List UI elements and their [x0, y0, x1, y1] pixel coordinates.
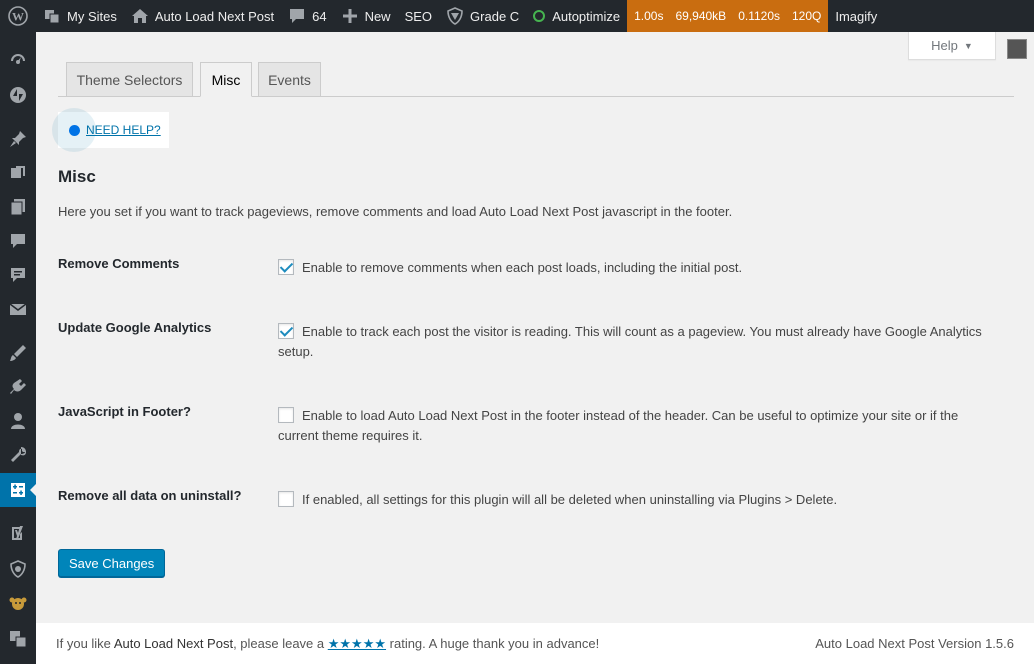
autoptimize-menu[interactable]: Autoptimize [526, 0, 627, 32]
plugins-icon[interactable] [0, 370, 36, 404]
feedback-icon[interactable] [0, 258, 36, 292]
new-content-menu[interactable]: New [334, 0, 398, 32]
setting-text: Enable to load Auto Load Next Post in th… [278, 408, 959, 443]
status-circle-icon [533, 10, 546, 22]
tab-misc[interactable]: Misc [200, 62, 252, 97]
my-sites-label: My Sites [67, 8, 117, 24]
perf-queries: 120Q [792, 9, 822, 23]
footer-plugin-name: Auto Load Next Post [113, 635, 234, 651]
setting-field: Enable to load Auto Load Next Post in th… [278, 406, 998, 446]
settings-tabs: Theme Selectors Misc Events [58, 62, 1014, 97]
remove-data-checkbox[interactable] [278, 491, 294, 507]
footer-thankyou: If you like Auto Load Next Post, please … [56, 636, 599, 652]
query-monitor-stats[interactable]: 1.00s 69,940kB 0.1120s 120Q [627, 0, 829, 32]
new-label: New [364, 8, 391, 24]
setting-text: If enabled, all settings for this plugin… [302, 492, 838, 507]
footer-version: Auto Load Next Post Version 1.5.6 [815, 636, 1014, 651]
footer-text: rating. A huge thank you in advance! [386, 635, 600, 651]
appearance-icon[interactable] [0, 336, 36, 370]
need-help-link[interactable]: NEED HELP? [86, 123, 161, 137]
imagify-label: Imagify [835, 8, 878, 24]
admin-side-menu [0, 32, 37, 664]
footer-text: If you like [56, 635, 114, 651]
admin-bar: W My Sites Auto Load Next Post 64 New SE… [0, 0, 1034, 32]
setting-field: Enable to track each post the visitor is… [278, 322, 998, 362]
monkey-plugin-icon[interactable] [0, 586, 36, 620]
setting-field: Enable to remove comments when each post… [278, 258, 998, 278]
google-analytics-checkbox[interactable] [278, 323, 294, 339]
site-name-menu[interactable]: Auto Load Next Post [124, 0, 281, 32]
users-icon[interactable] [0, 404, 36, 438]
mail-icon[interactable] [0, 292, 36, 326]
setting-text: Enable to remove comments when each post… [302, 260, 743, 275]
rating-stars-link[interactable]: ★★★★★ [328, 636, 386, 651]
section-title: Misc [58, 167, 96, 186]
jetpack-icon[interactable] [0, 78, 36, 112]
setting-label: Remove Comments [58, 256, 180, 271]
grade-menu[interactable]: Grade C [439, 0, 526, 32]
translate-icon[interactable] [0, 622, 36, 656]
comments-icon[interactable] [0, 224, 36, 258]
seo-menu[interactable]: SEO [398, 0, 439, 32]
perf-db-time: 0.1120s [738, 9, 780, 23]
my-sites-menu[interactable]: My Sites [36, 0, 124, 32]
javascript-footer-checkbox[interactable] [278, 407, 294, 423]
setting-label: Remove all data on uninstall? [58, 488, 242, 503]
home-icon [131, 9, 148, 23]
pulse-dot-icon [69, 124, 80, 136]
yoast-seo-icon[interactable] [0, 516, 36, 550]
perf-time: 1.00s [634, 9, 664, 23]
dashboard-icon[interactable] [0, 43, 36, 77]
comment-icon [290, 9, 305, 23]
svg-text:W: W [12, 10, 24, 24]
setting-field: If enabled, all settings for this plugin… [278, 490, 998, 510]
pages-icon[interactable] [0, 190, 36, 224]
admin-footer: If you like Auto Load Next Post, please … [36, 623, 1034, 664]
tab-theme-selectors[interactable]: Theme Selectors [66, 62, 193, 97]
remove-comments-checkbox[interactable] [278, 259, 294, 275]
setting-text: Enable to track each post the visitor is… [278, 324, 982, 359]
plus-icon [342, 9, 357, 23]
section-description: Here you set if you want to track pagevi… [58, 204, 733, 219]
autoptimize-label: Autoptimize [552, 8, 621, 24]
wordpress-logo-icon[interactable]: W [0, 0, 36, 32]
main-content: Theme Selectors Misc Events NEED HELP? M… [36, 32, 1034, 623]
tab-events[interactable]: Events [258, 62, 321, 97]
comments-menu[interactable]: 64 [281, 0, 333, 32]
tools-wrench-icon[interactable] [0, 438, 36, 472]
setting-label: Update Google Analytics [58, 320, 212, 335]
site-name-label: Auto Load Next Post [154, 8, 275, 24]
save-changes-button[interactable]: Save Changes [58, 549, 166, 577]
settings-icon[interactable] [0, 473, 37, 507]
perf-memory: 69,940kB [675, 9, 727, 23]
footer-text: , please leave a [233, 635, 328, 651]
posts-pin-icon[interactable] [0, 122, 36, 156]
security-shield-icon[interactable] [0, 552, 36, 586]
grade-label: Grade C [470, 8, 520, 24]
shield-icon [447, 7, 463, 25]
seo-label: SEO [404, 8, 433, 24]
sites-icon [45, 10, 60, 24]
need-help-box: NEED HELP? [52, 108, 169, 152]
comments-count: 64 [312, 8, 327, 24]
imagify-menu[interactable]: Imagify [828, 0, 884, 32]
setting-label: JavaScript in Footer? [58, 404, 191, 419]
media-icon[interactable] [0, 156, 36, 190]
